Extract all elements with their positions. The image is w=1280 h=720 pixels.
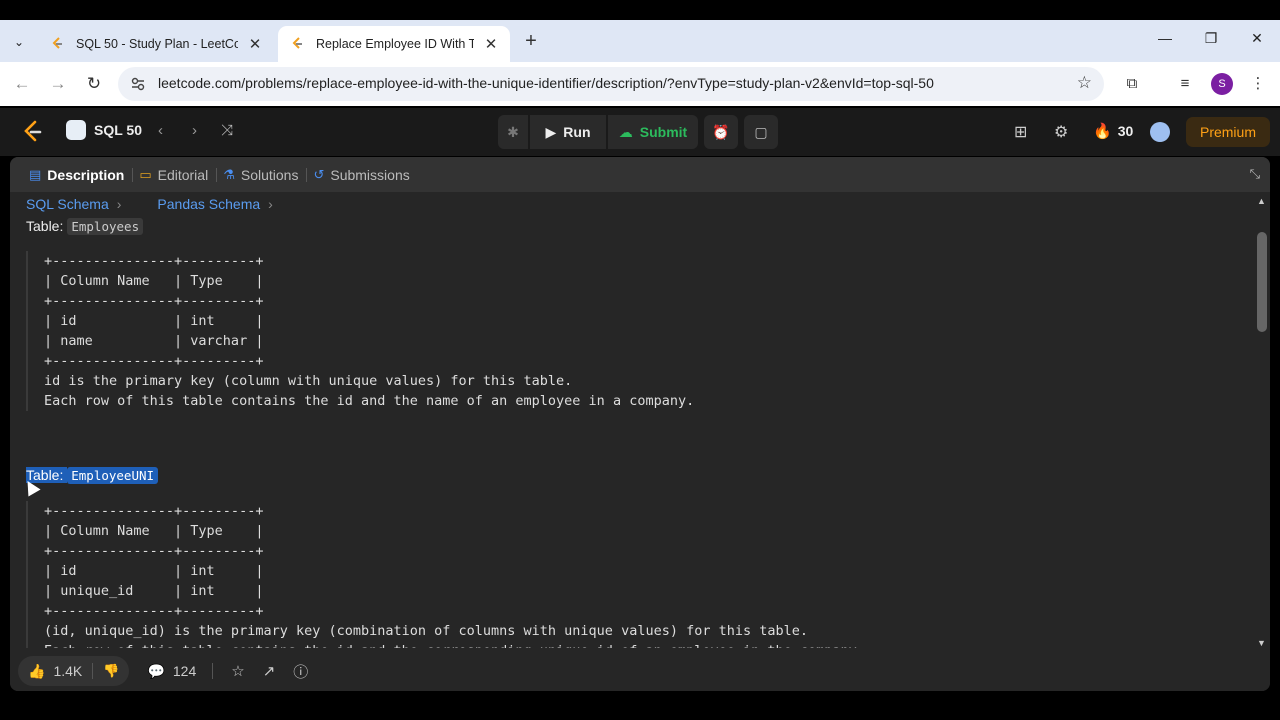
schema-links: SQL Schema › Pandas Schema › [26,196,273,212]
tab-title: Replace Employee ID With The Unique Iden… [316,37,474,51]
premium-button[interactable]: Premium [1186,117,1270,147]
browser-profile-avatar[interactable]: S [1211,73,1233,95]
history-icon: ↺ [313,166,325,182]
sql-schema-link[interactable]: SQL Schema › [26,196,121,212]
scrollbar[interactable]: ▲ ▼ [1252,192,1270,650]
chevron-right-icon: › [268,196,273,212]
leetcode-topbar: SQL 50 ‹ › ⤨ ✱ ▶ Run ☁ Submit ⏰ ▢ ⊞ ⚙ 🔥 … [0,108,1280,156]
timer-button[interactable]: ⏰ [704,115,738,149]
tab-search-chevron-icon[interactable]: ⌄ [8,32,30,52]
tab-label: Submissions [330,166,410,183]
pandas-schema-link[interactable]: Pandas Schema › [157,196,272,212]
thumbs-down-icon: 👎 [103,663,120,678]
collapse-panel-icon[interactable]: ⤡ [1250,166,1260,182]
tab-solutions[interactable]: ⚗ Solutions [217,157,306,192]
forward-arrow-icon[interactable]: → [47,73,69,95]
cloud-upload-icon: ☁ [618,123,633,140]
tab-label: Editorial [157,166,209,183]
leetcode-logo-icon[interactable] [22,120,44,144]
like-count: 1.4K [53,663,83,679]
submit-button[interactable]: ☁ Submit [608,115,698,149]
study-plan-icon [66,120,86,140]
share-icon[interactable]: ↗ [263,662,276,680]
tab-submissions[interactable]: ↺ Submissions [307,157,417,192]
table-heading-employees: Table: Employees [26,218,144,235]
browser-tab-problem[interactable]: Replace Employee ID With The Unique Iden… [278,26,510,62]
browser-tab-strip: ⌄ SQL 50 - Study Plan - LeetCode ✕ Repla… [0,20,1280,62]
scroll-down-arrow-icon[interactable]: ▼ [1257,638,1266,648]
run-button[interactable]: ▶ Run [530,115,606,149]
site-settings-icon[interactable] [130,76,146,92]
problem-footer: 👍 1.4K 👎 💬 124 ☆ ↗ ⓘ [10,651,1270,691]
leetcode-favicon-icon [52,37,62,49]
chevron-right-icon: › [116,196,122,212]
footer-divider [212,663,214,679]
next-problem-icon[interactable]: › [192,122,197,139]
bug-icon: ✱ [507,123,519,140]
extensions-icon[interactable]: ⧉ [1121,73,1143,95]
media-control-icon[interactable]: ≡ [1174,73,1196,95]
new-tab-button[interactable]: + [520,30,542,53]
browser-toolbar: ← → ↻ leetcode.com/problems/replace-empl… [0,62,1280,106]
shuffle-icon[interactable]: ⤨ [221,122,233,139]
submit-label: Submit [639,124,688,140]
comments-button[interactable]: 💬 124 [147,663,196,680]
debug-button[interactable]: ✱ [498,115,528,149]
more-menu-icon[interactable]: ⋮ [1247,73,1269,95]
reload-icon[interactable]: ↻ [83,73,105,95]
tab-description[interactable]: ▤ Description [23,157,132,192]
run-label: Run [563,124,591,140]
table-heading-employeeuni: Table: EmployeeUNI [26,467,159,484]
bookmark-star-icon[interactable]: ☆ [1077,73,1092,93]
book-icon: ▭ [139,166,152,182]
table-name-code: Employees [67,218,144,235]
tab-label: Description [47,166,125,183]
study-plan-label: SQL 50 [94,122,142,138]
comment-count: 124 [172,663,197,679]
like-dislike-group: 👍 1.4K 👎 [18,656,130,686]
flask-icon: ⚗ [223,166,235,182]
description-content: SQL Schema › Pandas Schema › Table: Employe… [10,192,1252,648]
close-window-icon[interactable]: ✕ [1245,30,1269,47]
leetcode-favicon-icon [292,37,302,49]
dislike-button[interactable]: 👎 [93,663,129,679]
restore-icon[interactable]: ❐ [1199,30,1223,47]
tab-close-icon[interactable]: ✕ [248,35,262,53]
browser-tab-study-plan[interactable]: SQL 50 - Study Plan - LeetCode ✕ [38,26,274,62]
schema-block-employees: +---------------+---------+ | Column Nam… [26,251,1236,411]
user-avatar[interactable] [1150,122,1170,142]
streak-counter[interactable]: 🔥 30 [1093,122,1133,140]
study-plan-button[interactable]: SQL 50 [66,120,142,140]
prev-problem-icon[interactable]: ‹ [158,122,163,139]
tab-title: SQL 50 - Study Plan - LeetCode [76,37,238,51]
tab-label: Solutions [240,166,299,183]
note-icon: ▢ [754,123,768,140]
settings-gear-icon[interactable]: ⚙ [1054,122,1068,142]
description-panel: ▤ Description ▭ Editorial ⚗ Solutions ↺ … [10,157,1270,691]
help-icon[interactable]: ⓘ [293,661,308,682]
scrollbar-thumb[interactable] [1257,232,1267,332]
document-icon: ▤ [29,166,42,182]
table-name-code: EmployeeUNI [67,467,159,484]
scroll-up-arrow-icon[interactable]: ▲ [1257,196,1266,206]
address-bar[interactable]: leetcode.com/problems/replace-employee-i… [118,67,1104,101]
minimize-icon[interactable]: — [1153,30,1177,46]
alarm-clock-icon: ⏰ [712,123,730,140]
play-icon: ▶ [545,123,557,140]
fire-icon: 🔥 [1093,123,1112,140]
panel-tab-bar: ▤ Description ▭ Editorial ⚗ Solutions ↺ … [10,157,1270,192]
schema-block-employeeuni: +---------------+---------+ | Column Nam… [26,501,1236,648]
run-controls: ✱ ▶ Run ☁ Submit ⏰ ▢ [498,115,778,149]
comment-icon: 💬 [147,662,165,679]
streak-count: 30 [1117,123,1134,139]
url-text: leetcode.com/problems/replace-employee-i… [158,75,934,91]
like-button[interactable]: 👍 1.4K [18,663,92,680]
thumbs-up-icon: 👍 [28,662,46,679]
favorite-star-icon[interactable]: ☆ [231,662,244,680]
tab-close-icon[interactable]: ✕ [484,35,498,53]
back-arrow-icon[interactable]: ← [11,73,33,95]
layout-grid-icon[interactable]: ⊞ [1014,122,1027,142]
notes-button[interactable]: ▢ [744,115,778,149]
tab-editorial[interactable]: ▭ Editorial [133,157,216,192]
